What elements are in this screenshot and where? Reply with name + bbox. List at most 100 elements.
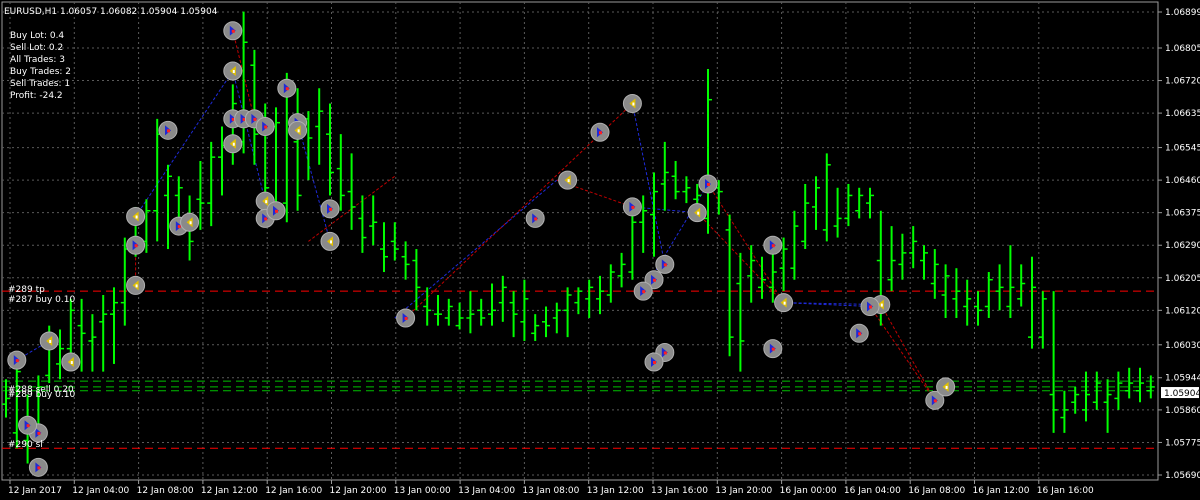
- x-tick-label: 13 Jan 08:00: [522, 486, 579, 496]
- y-tick-label: 1.05944: [1165, 374, 1200, 384]
- trade-connector-line: [869, 306, 936, 401]
- sell-arrow-dot: [880, 303, 883, 307]
- buy-arrow-dot: [275, 209, 278, 213]
- x-tick-label: 16 Jan 04:00: [844, 486, 901, 496]
- buy-arrow-dot: [167, 129, 170, 133]
- sell-arrow-dot: [49, 339, 52, 343]
- sell-arrow-dot: [632, 102, 635, 106]
- buy-arrow-dot: [771, 244, 775, 248]
- y-tick-label: 1.05775: [1165, 438, 1200, 448]
- y-tick-label: 1.06120: [1165, 306, 1200, 316]
- info-buy-trades: Buy Trades: 2: [10, 67, 71, 77]
- buy-arrow-dot: [37, 431, 41, 435]
- x-tick-label: 12 Jan 08:00: [137, 486, 194, 496]
- info-buy-lot: Buy Lot: 0.4: [10, 31, 64, 41]
- buy-arrow-dot: [177, 225, 181, 229]
- y-tick-label: 1.06545: [1165, 144, 1200, 154]
- buy-arrow-dot: [37, 466, 41, 470]
- buy-arrow-dot: [404, 316, 408, 320]
- y-tick-label: 1.06290: [1165, 241, 1200, 251]
- sell-arrow-dot: [567, 179, 570, 183]
- grid: [1, 1, 1159, 481]
- buy-arrow-dot: [134, 244, 138, 248]
- buy-arrow-dot: [231, 29, 235, 33]
- buy-arrow-dot: [663, 263, 667, 267]
- x-tick-label: 12 Jan 12:00: [201, 486, 258, 496]
- x-tick-label: 12 Jan 04:00: [72, 486, 129, 496]
- y-tick-label: 1.06030: [1165, 341, 1200, 351]
- info-sell-trades: Sell Trades: 1: [10, 79, 70, 89]
- label-287-buy: #287 buy 0.10: [8, 295, 75, 305]
- current-price-box: 1.05904: [1161, 387, 1200, 399]
- x-tick-label: 12 Jan 16:00: [265, 486, 322, 496]
- sell-arrow-dot: [265, 200, 268, 204]
- trade-connector-line: [297, 122, 331, 242]
- buy-arrow-dot: [285, 87, 289, 91]
- x-tick-label: 12 Jan 20:00: [330, 486, 387, 496]
- x-tick-label: 12 Jan 2017: [8, 486, 62, 496]
- y-tick-label: 1.06805: [1165, 44, 1200, 54]
- sell-arrow-dot: [232, 69, 235, 73]
- info-sell-lot: Sell Lot: 0.2: [10, 43, 63, 53]
- buy-arrow-dot: [534, 217, 538, 221]
- label-289-buy: #289 buy 0.10: [8, 390, 75, 400]
- buy-arrow-dot: [631, 205, 635, 209]
- buy-arrow-dot: [869, 305, 872, 309]
- price-axis: 1.06899 1.06805 1.06720 1.06635 1.06545 1.064…: [1158, 8, 1200, 481]
- y-tick-label: 1.06899: [1165, 8, 1200, 18]
- sell-arrow-dot: [232, 142, 235, 146]
- trade-markers: [7, 21, 956, 477]
- buy-arrow-dot: [663, 351, 667, 355]
- sell-arrow-dot: [70, 361, 73, 365]
- candles: [2, 11, 1155, 464]
- time-axis: 12 Jan 2017 12 Jan 04:00 12 Jan 08:00 12 Ja…: [8, 480, 1094, 496]
- y-tick-label: 1.06720: [1165, 77, 1200, 87]
- x-tick-label: 16 Jan 08:00: [908, 486, 965, 496]
- x-tick-label: 16 Jan 12:00: [973, 486, 1030, 496]
- y-tick-label: 1.05690: [1165, 471, 1200, 481]
- chart-area[interactable]: 1.06899 1.06805 1.06720 1.06635 1.06545 1.064…: [0, 0, 1200, 500]
- info-profit: Profit: -24.2: [10, 91, 63, 101]
- label-289-tp: #289 tp: [8, 285, 45, 295]
- sell-arrow-dot: [135, 215, 138, 219]
- x-tick-label: 16 Jan 16:00: [1037, 486, 1094, 496]
- trade-connector-line: [880, 304, 936, 401]
- sell-arrow-dot: [330, 240, 332, 244]
- sell-arrow-dot: [135, 284, 138, 288]
- sell-arrow-dot: [783, 301, 786, 305]
- buy-arrow-dot: [599, 131, 602, 135]
- buy-arrow-dot: [858, 332, 862, 336]
- buy-arrow-dot: [933, 399, 937, 403]
- sell-arrow-dot: [697, 211, 700, 215]
- buy-arrow-dot: [264, 125, 268, 129]
- buy-arrow-dot: [653, 278, 656, 282]
- buy-arrow-dot: [653, 361, 656, 365]
- x-tick-label: 13 Jan 04:00: [458, 486, 515, 496]
- buy-arrow-dot: [264, 217, 268, 221]
- buy-arrow-dot: [26, 424, 30, 428]
- buy-arrow-dot: [329, 207, 332, 211]
- trade-connector-line: [394, 179, 558, 319]
- x-tick-label: 16 Jan 00:00: [780, 486, 837, 496]
- x-tick-label: 13 Jan 16:00: [651, 486, 708, 496]
- order-levels: [2, 290, 1158, 449]
- y-tick-label: 1.06205: [1165, 274, 1200, 284]
- current-price-label: 1.05904: [1164, 389, 1200, 399]
- x-tick-label: 13 Jan 00:00: [394, 486, 451, 496]
- symbol-header: EURUSD,H1 1.06057 1.06082 1.05904 1.0590…: [4, 7, 218, 17]
- sell-arrow-dot: [189, 221, 192, 225]
- info-all-trades: All Trades: 3: [10, 55, 65, 65]
- buy-arrow-dot: [771, 347, 775, 351]
- trade-connector-line: [783, 302, 871, 307]
- trade-connector-line: [135, 70, 234, 217]
- trade-connector-line: [631, 103, 666, 265]
- buy-arrow-dot: [642, 290, 646, 294]
- buy-arrow-dot: [707, 182, 710, 186]
- y-tick-label: 1.06375: [1165, 209, 1200, 219]
- sell-arrow-dot: [297, 129, 300, 133]
- y-tick-label: 1.06460: [1165, 176, 1200, 186]
- x-tick-label: 13 Jan 12:00: [587, 486, 644, 496]
- label-290-sl: #290 sl: [8, 440, 43, 450]
- price-chart[interactable]: 1.06899 1.06805 1.06720 1.06635 1.06545 1.064…: [0, 0, 1200, 500]
- y-tick-label: 1.06635: [1165, 109, 1200, 119]
